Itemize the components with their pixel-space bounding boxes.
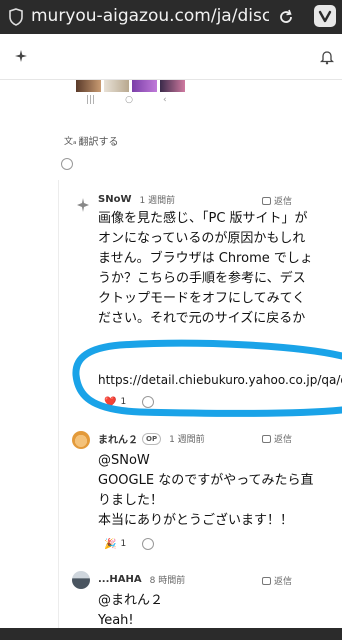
comment-body: @まれん２ Yeah! [98, 591, 338, 631]
comment-link[interactable]: https://detail.chiebukuro.yahoo.co.jp/qa… [98, 373, 342, 387]
comment-line: うか？こちらの手順を参考に、デス [98, 271, 306, 286]
browser-menu-icon[interactable] [314, 5, 336, 27]
comment-line: ません。ブラウザは Chrome でしょ [98, 251, 313, 266]
add-reaction-icon[interactable] [61, 158, 73, 170]
sparkle-icon[interactable] [14, 49, 28, 63]
add-reaction-icon[interactable] [142, 396, 155, 408]
reaction-group: 🎉 1 [104, 538, 155, 550]
reload-icon[interactable] [276, 7, 296, 27]
thumbnail-image[interactable] [160, 80, 185, 92]
reaction-count: 1 [120, 397, 127, 407]
reply-label: 返信 [274, 577, 293, 587]
comment-header: まれん２ OP 1 週間前 [98, 431, 205, 446]
comment-line: @SNoW [98, 453, 150, 468]
bell-icon[interactable] [320, 49, 334, 65]
back-arrow-icon[interactable]: ‹ [163, 95, 167, 105]
translate-label: 翻訳する [78, 137, 119, 148]
carousel-nav: ||| ○ ‹ [86, 95, 167, 105]
reply-button[interactable]: 返信 [262, 194, 292, 207]
thumbnail-image[interactable] [104, 80, 129, 92]
thread-line [58, 180, 59, 640]
reply-label: 返信 [274, 435, 293, 445]
browser-url-bar: muryou-aigazou.com/ja/discussio [0, 0, 342, 34]
circle-icon[interactable]: ○ [125, 95, 133, 105]
reaction-count: 1 [120, 539, 127, 549]
url-field[interactable]: muryou-aigazou.com/ja/discussio [31, 6, 269, 26]
reply-label: 返信 [274, 197, 293, 207]
comment-author[interactable]: SNoW [98, 194, 131, 205]
reply-icon [262, 434, 271, 443]
avatar [77, 198, 89, 212]
shield-icon[interactable] [8, 8, 24, 26]
reply-button[interactable]: 返信 [262, 574, 292, 587]
comment-header: ...HAHA 8 時間前 [98, 573, 185, 586]
comment-line: @まれん２ [98, 593, 164, 608]
comment-line: GOOGLE なのですがやってみたら直 [98, 473, 314, 488]
image-thumbnails[interactable] [76, 80, 185, 92]
add-reaction-icon[interactable] [142, 538, 155, 550]
comment-line: 画像を見た感じ、「PC 版サイト」が [98, 211, 308, 226]
comment-time: 8 時間前 [149, 576, 186, 586]
menu-lines-icon[interactable]: ||| [86, 95, 95, 105]
thumbnail-image[interactable] [132, 80, 157, 92]
translate-icon: 文ₐ [64, 137, 77, 147]
avatar [72, 571, 90, 589]
comment-author[interactable]: ...HAHA [98, 574, 142, 585]
comment-line: ださい。それで元のサイズに戻るか [98, 311, 306, 326]
comment-time: 1 週間前 [139, 196, 176, 206]
avatar [72, 431, 90, 449]
op-badge: OP [142, 432, 162, 445]
party-reaction[interactable]: 🎉 [104, 539, 116, 550]
comment-line: オンになっているのが原因かもしれ [98, 231, 306, 246]
thumbnail-image[interactable] [76, 80, 101, 92]
app-header [0, 34, 342, 80]
comment-author[interactable]: まれん２ [98, 431, 138, 446]
reply-button[interactable]: 返信 [262, 432, 292, 445]
comment-line: りました！ [98, 493, 164, 508]
reaction-group: ❤️ 1 [104, 396, 155, 408]
comment-header: SNoW 1 週間前 [98, 193, 175, 206]
comment-line: クトップモードをオフにしてみてく [98, 291, 306, 306]
comment-line: 本当にありがとうございます！！ [98, 513, 294, 528]
translate-button[interactable]: 文ₐ 翻訳する [64, 133, 119, 148]
heart-reaction[interactable]: ❤️ [104, 397, 116, 408]
browser-bottom-bar [0, 628, 342, 640]
comment-body: 画像を見た感じ、「PC 版サイト」が オンになっているのが原因かもしれ ません。… [98, 209, 338, 329]
reply-icon [262, 196, 271, 205]
comment-time: 1 週間前 [169, 435, 205, 445]
comment-body: @SNoW GOOGLE なのですがやってみたら直 りました！ 本当にありがとう… [98, 451, 338, 531]
reply-icon [262, 576, 271, 585]
